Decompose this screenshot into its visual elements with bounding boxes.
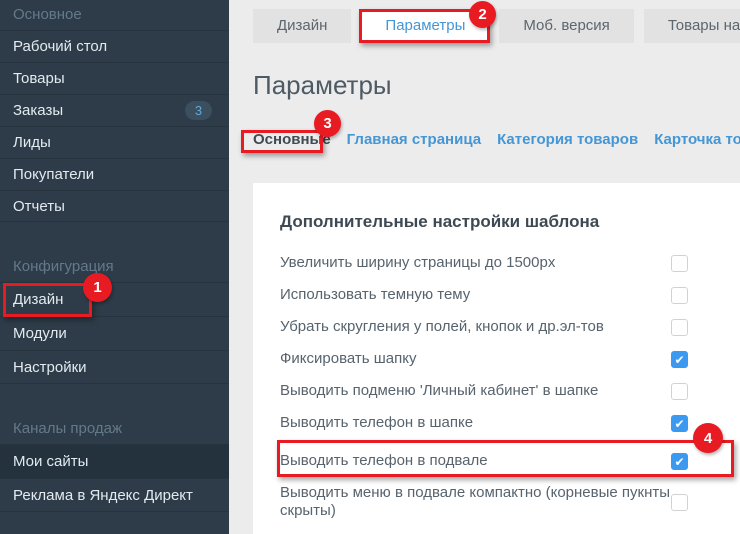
sidebar-item-label: Реклама в Яндекс Директ	[13, 479, 193, 512]
setting-row: Выводить подменю 'Личный кабинет' в шапк…	[280, 382, 688, 400]
settings-card: Дополнительные настройки шаблона Увеличи…	[253, 183, 740, 534]
settings-heading: Дополнительные настройки шаблона	[280, 212, 688, 232]
setting-label: Выводить телефон в подвале	[280, 452, 488, 470]
checkbox-phone-in-header[interactable]	[671, 415, 688, 432]
sidebar-section-sales-channels: Каналы продаж Мои сайты Реклама в Яндекс…	[0, 414, 229, 512]
setting-row: Убрать скругления у полей, кнопок и др.э…	[280, 318, 688, 336]
checkbox-dark-theme[interactable]	[671, 287, 688, 304]
sidebar-item-label: Мои сайты	[13, 445, 88, 478]
setting-row: Использовать темную тему	[280, 286, 688, 304]
tab-parameters[interactable]: Параметры	[361, 9, 489, 43]
sidebar-item-customers[interactable]: Покупатели	[0, 158, 229, 190]
setting-row: Выводить телефон в подвале	[280, 452, 688, 470]
checkbox-phone-in-footer[interactable]	[671, 453, 688, 470]
orders-count-badge: 3	[185, 101, 212, 120]
sidebar-item-yandex-direct-ads[interactable]: Реклама в Яндекс Директ	[0, 478, 229, 512]
setting-label: Выводить подменю 'Личный кабинет' в шапк…	[280, 382, 598, 400]
setting-row: Фиксировать шапку	[280, 350, 688, 368]
sidebar-item-my-sites[interactable]: Мои сайты	[0, 444, 229, 478]
sidebar-item-label: Дизайн	[13, 283, 63, 316]
subtab-product-card[interactable]: Карточка товара	[654, 131, 740, 148]
sidebar-section-main: Основное Рабочий стол Товары Заказы 3 Ли…	[0, 0, 229, 222]
page-title: Параметры	[253, 70, 392, 101]
subtab-product-category[interactable]: Категория товаров	[497, 131, 638, 148]
subtab-nav: Основные Главная страница Категория това…	[253, 131, 740, 148]
setting-row: Выводить телефон в шапке	[280, 414, 688, 432]
sidebar-item-modules[interactable]: Модули	[0, 316, 229, 350]
checkbox-compact-footer-menu[interactable]	[671, 494, 688, 511]
sidebar-item-reports[interactable]: Отчеты	[0, 190, 229, 222]
sidebar-item-label: Рабочий стол	[13, 31, 107, 62]
main-content: Дизайн Параметры Моб. версия Товары на г…	[229, 0, 740, 534]
tab-design[interactable]: Дизайн	[253, 9, 351, 43]
sidebar-header-main: Основное	[0, 0, 229, 30]
sidebar-item-label: Настройки	[13, 351, 87, 384]
setting-label: Использовать темную тему	[280, 286, 470, 304]
setting-label: Выводить меню в подвале компактно (корне…	[280, 484, 671, 520]
top-tabbar: Дизайн Параметры Моб. версия Товары на г…	[253, 9, 740, 43]
setting-label: Увеличить ширину страницы до 1500px	[280, 254, 555, 272]
checkbox-fixed-header[interactable]	[671, 351, 688, 368]
sidebar-section-configuration: Конфигурация Дизайн Модули Настройки	[0, 252, 229, 384]
sidebar-item-label: Отчеты	[13, 191, 65, 222]
app-window: Основное Рабочий стол Товары Заказы 3 Ли…	[0, 0, 740, 534]
subtab-general[interactable]: Основные	[253, 131, 331, 148]
tab-mobile-version[interactable]: Моб. версия	[499, 9, 633, 43]
sidebar-header-configuration: Конфигурация	[0, 252, 229, 282]
sidebar-item-label: Товары	[13, 63, 65, 94]
sidebar-item-label: Лиды	[13, 127, 51, 158]
sidebar-item-label: Покупатели	[13, 159, 94, 190]
sidebar-header-sales-channels: Каналы продаж	[0, 414, 229, 444]
sidebar-item-settings[interactable]: Настройки	[0, 350, 229, 384]
sidebar-item-leads[interactable]: Лиды	[0, 126, 229, 158]
sidebar-item-orders[interactable]: Заказы 3	[0, 94, 229, 126]
sidebar-item-label: Заказы	[13, 95, 63, 126]
sidebar-item-products[interactable]: Товары	[0, 62, 229, 94]
sidebar: Основное Рабочий стол Товары Заказы 3 Ли…	[0, 0, 229, 534]
sidebar-item-label: Модули	[13, 317, 67, 350]
sidebar-item-design[interactable]: Дизайн	[0, 282, 229, 316]
checkbox-remove-rounding[interactable]	[671, 319, 688, 336]
sidebar-item-dashboard[interactable]: Рабочий стол	[0, 30, 229, 62]
setting-label: Убрать скругления у полей, кнопок и др.э…	[280, 318, 604, 336]
setting-label: Фиксировать шапку	[280, 350, 416, 368]
checkbox-wide-page[interactable]	[671, 255, 688, 272]
setting-row: Увеличить ширину страницы до 1500px	[280, 254, 688, 272]
tab-products-on-main[interactable]: Товары на гл	[644, 9, 740, 43]
setting-row: Выводить меню в подвале компактно (корне…	[280, 484, 688, 520]
setting-label: Выводить телефон в шапке	[280, 414, 473, 432]
subtab-home-page[interactable]: Главная страница	[347, 131, 481, 148]
checkbox-account-submenu-header[interactable]	[671, 383, 688, 400]
